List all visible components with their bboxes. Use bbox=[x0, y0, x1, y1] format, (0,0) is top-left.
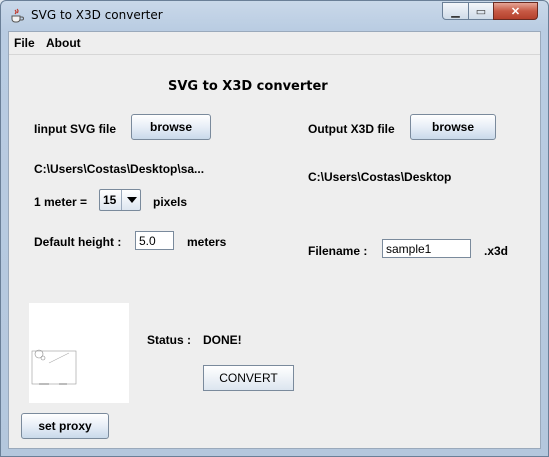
window-title: SVG to X3D converter bbox=[31, 8, 163, 22]
menu-divider bbox=[9, 54, 540, 55]
minimize-icon: ▁ bbox=[451, 5, 460, 18]
scale-select[interactable]: 15 bbox=[99, 189, 141, 211]
page-title: SVG to X3D converter bbox=[168, 79, 328, 94]
convert-button[interactable]: CONVERT bbox=[203, 365, 294, 391]
set-proxy-label: set proxy bbox=[38, 419, 92, 433]
dropdown-arrow-button[interactable] bbox=[121, 190, 142, 210]
input-svg-label: Iinput SVG file bbox=[34, 122, 117, 136]
menu-bar: File About bbox=[9, 32, 540, 54]
height-label: Default height : bbox=[34, 235, 122, 249]
maximize-icon: ▭ bbox=[475, 5, 487, 18]
chevron-down-icon bbox=[127, 197, 137, 203]
menu-file[interactable]: File bbox=[14, 36, 35, 50]
main-panel: File About SVG to X3D converter Iinput S… bbox=[8, 31, 541, 449]
output-browse-button[interactable]: browse bbox=[410, 114, 496, 140]
status-value: DONE! bbox=[203, 333, 242, 347]
output-x3d-label: Output X3D file bbox=[308, 122, 395, 136]
preview-thumbnail bbox=[31, 349, 77, 385]
scale-label: 1 meter = bbox=[34, 195, 88, 209]
height-input[interactable] bbox=[135, 231, 174, 250]
convert-label: CONVERT bbox=[219, 371, 278, 385]
filename-label: Filename : bbox=[308, 244, 368, 258]
scale-value: 15 bbox=[103, 193, 117, 207]
input-browse-label: browse bbox=[149, 120, 192, 134]
svg-preview bbox=[29, 303, 129, 403]
set-proxy-button[interactable]: set proxy bbox=[21, 413, 109, 439]
maximize-button[interactable]: ▭ bbox=[468, 2, 494, 20]
input-path: C:\Users\Costas\Desktop\sa... bbox=[34, 162, 205, 176]
minimize-button[interactable]: ▁ bbox=[442, 2, 469, 20]
height-unit: meters bbox=[187, 235, 227, 249]
filename-input[interactable] bbox=[382, 239, 471, 258]
scale-unit: pixels bbox=[153, 195, 188, 209]
close-button[interactable]: ✕ bbox=[493, 2, 538, 20]
filename-extension: .x3d bbox=[484, 244, 509, 258]
input-browse-button[interactable]: browse bbox=[131, 114, 211, 140]
output-browse-label: browse bbox=[431, 120, 474, 134]
app-window: SVG to X3D converter ▁ ▭ ✕ File About SV… bbox=[0, 0, 549, 457]
title-bar[interactable]: SVG to X3D converter ▁ ▭ ✕ bbox=[1, 1, 548, 31]
java-coffee-icon bbox=[11, 8, 24, 23]
status-label: Status : bbox=[147, 333, 192, 347]
menu-about[interactable]: About bbox=[46, 36, 81, 50]
close-icon: ✕ bbox=[510, 5, 521, 18]
output-path: C:\Users\Costas\Desktop bbox=[308, 170, 452, 184]
